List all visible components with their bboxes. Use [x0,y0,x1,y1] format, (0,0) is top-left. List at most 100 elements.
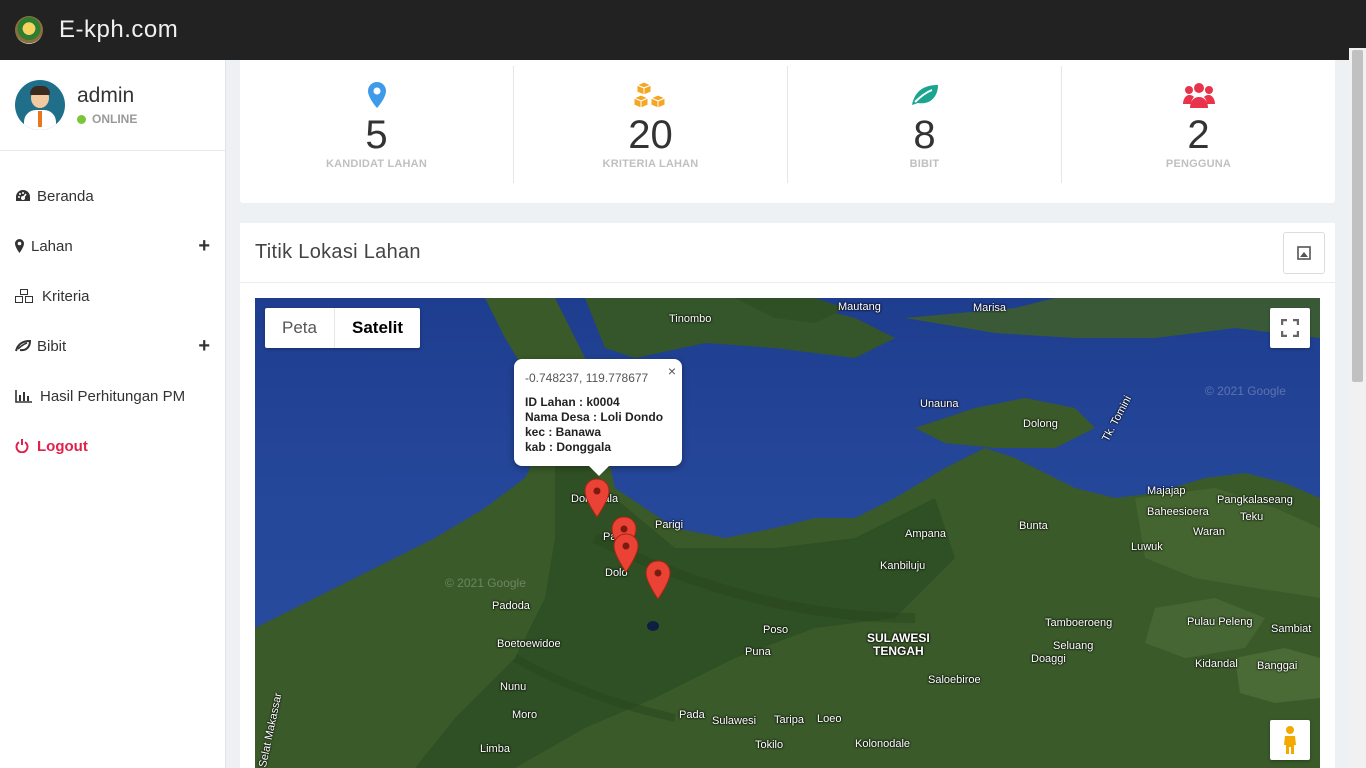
map-label: Tokilo [755,739,784,751]
sidebar-item-bibit[interactable]: Bibit + [0,321,225,371]
pegman-icon [1284,726,1296,754]
info-nama-desa: Nama Desa : Loli Dondo [525,410,664,424]
sidebar-item-label: Beranda [37,187,94,205]
stat-label: KANDIDAT LAHAN [326,158,427,170]
leaf-icon [15,340,37,352]
sidebar-item-label: Hasil Perhitungan PM [40,387,186,405]
map-label: Pangkalaseang [1217,494,1293,506]
map-label: Sulawesi [712,715,757,727]
map-label: Doaggi [1031,653,1066,665]
map-label: Parigi [655,519,684,531]
map-label: Marisa [973,302,1007,314]
map-label: Dolong [1023,418,1058,430]
stat-value: 2 [1187,113,1210,157]
sidebar-item-label: Logout [37,437,88,455]
map-label: Pulau Peleng [1187,616,1253,628]
map-panel-header: Titik Lokasi Lahan [240,223,1335,283]
info-kecamatan: kec : Banawa [525,425,602,439]
user-status: ONLINE [77,112,137,126]
fullscreen-button[interactable] [1270,308,1310,348]
map-label: Ampana [905,528,946,540]
stats-row: 5 KANDIDAT LAHAN 20 KRITERIA LAHAN 8 BIB… [240,60,1335,203]
users-icon [1182,80,1215,110]
brand-name[interactable]: E-kph.com [59,16,178,44]
leaf-icon [910,80,940,110]
map-region-label: SULAWESI TENGAH [867,631,930,658]
cubes-icon [15,289,42,303]
sidebar-item-label: Lahan [31,237,73,255]
map-marker-icon[interactable] [645,560,671,600]
map-label: Boetoewidoe [497,638,561,650]
map-label: Taripa [774,714,804,726]
sidebar-item-label: Bibit [37,337,67,355]
map-label: Majajap [1147,485,1186,497]
sidebar-item-kriteria[interactable]: Kriteria [0,271,225,321]
online-dot-icon [77,114,86,124]
sidebar-menu: Beranda Lahan + Kriteria Bibit + Hasil P… [0,151,225,471]
map-label: Teku [1240,511,1264,523]
fullscreen-icon [1281,319,1299,337]
stat-label: PENGGUNA [1165,158,1232,170]
street-view-button[interactable] [1270,720,1310,760]
map-label: Kidandal [1195,658,1238,670]
info-coordinates: -0.748237, 119.778677 [525,371,649,385]
top-navbar: E-kph.com [0,0,1366,60]
map-label: Saloebiroe [928,674,981,686]
map-watermark: © 2021 Google [1205,384,1286,398]
map-label: Baheesioera [1147,506,1209,518]
map-label: Unauna [920,398,959,410]
map-label: Banggai [1257,660,1298,672]
page-scrollbar[interactable] [1349,48,1366,768]
map-watermark: © 2021 Google [445,576,526,590]
stat-value: 5 [365,113,388,157]
user-name: admin [77,84,135,107]
stat-value: 20 [628,113,673,157]
map-type-satelit-button[interactable]: Satelit [335,308,420,348]
map-canvas[interactable]: © 2021 Google © 2021 Google Mautang Mari… [255,298,1320,768]
sidebar-item-logout[interactable]: Logout [0,421,225,471]
stat-pengguna[interactable]: 2 PENGGUNA [1062,66,1335,183]
map-label: Puna [745,646,771,658]
map-label: Waran [1193,526,1225,538]
map-type-peta-button[interactable]: Peta [265,308,335,348]
map-marker-icon [15,239,31,253]
power-icon [15,439,37,453]
info-id-lahan: ID Lahan : k0004 [525,395,620,409]
map-label: Bunta [1019,520,1048,532]
main-content: 5 KANDIDAT LAHAN 20 KRITERIA LAHAN 8 BIB… [240,60,1335,768]
image-button[interactable] [1283,231,1325,274]
close-icon[interactable]: × [668,363,676,379]
cubes-icon [632,80,669,110]
map-label: Tamboeroeng [1045,617,1113,629]
sidebar-item-beranda[interactable]: Beranda [0,171,225,221]
expand-plus-icon[interactable]: + [198,336,210,356]
map-marker-icon[interactable] [613,533,639,573]
stat-kandidat-lahan[interactable]: 5 KANDIDAT LAHAN [240,66,514,183]
map-type-toggle: Peta Satelit [265,308,421,348]
map-label: Pada [679,709,705,721]
avatar [15,80,65,130]
brand-logo-icon[interactable] [15,16,43,44]
map-marker-icon[interactable] [584,478,610,518]
map-label: Kolonodale [855,738,911,750]
map-marker-icon [367,80,386,110]
stat-label: KRITERIA LAHAN [602,158,699,170]
stat-value: 8 [913,113,936,157]
sidebar-item-label: Kriteria [42,287,90,305]
map-label: Poso [763,624,789,636]
scrollbar-thumb[interactable] [1352,50,1363,382]
expand-plus-icon[interactable]: + [198,236,210,256]
stat-bibit[interactable]: 8 BIBIT [788,66,1062,183]
map-label: Loeo [817,713,842,725]
map-label: Seluang [1053,640,1094,652]
info-kabupaten: kab : Donggala [525,440,612,454]
map-info-window: × -0.748237, 119.778677 ID Lahan : k0004… [514,359,682,476]
user-panel: admin ONLINE [0,60,225,151]
stat-kriteria-lahan[interactable]: 20 KRITERIA LAHAN [514,66,788,183]
sidebar: admin ONLINE Beranda Lahan + Kriteria Bi… [0,60,226,768]
map-label: Nunu [500,681,527,693]
sidebar-item-lahan[interactable]: Lahan + [0,221,225,271]
map-label: Limba [480,743,510,755]
sidebar-item-hasil-perhitungan[interactable]: Hasil Perhitungan PM [0,371,225,421]
image-icon [1297,245,1311,260]
